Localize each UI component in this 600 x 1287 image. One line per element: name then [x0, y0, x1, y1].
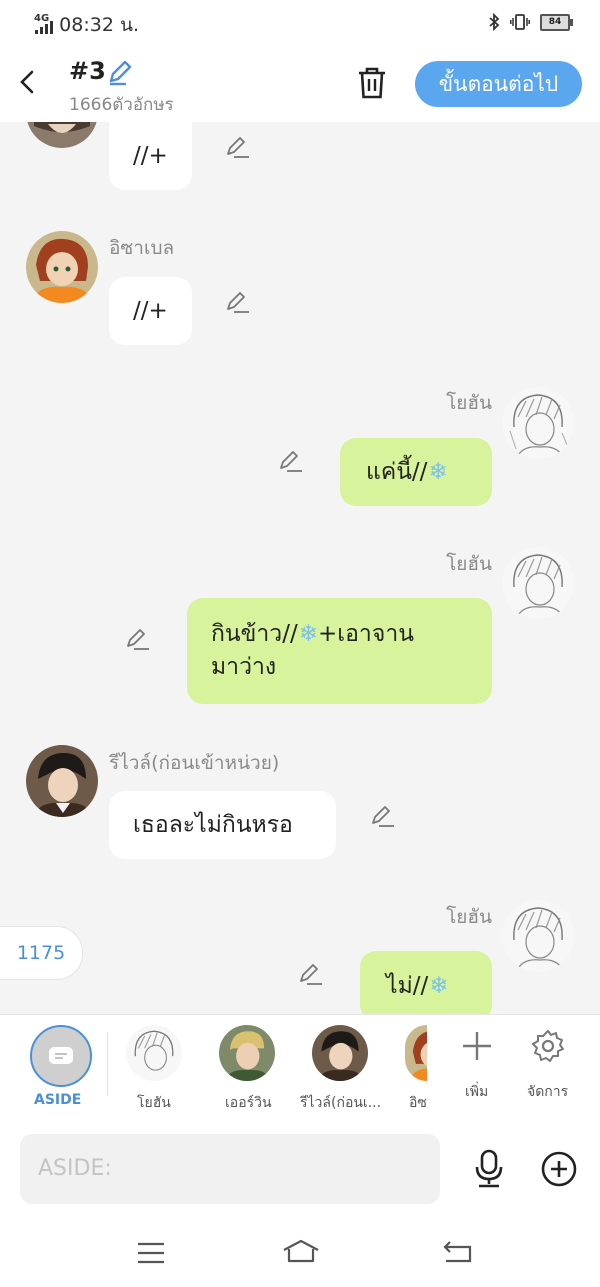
add-circle-icon[interactable] — [540, 1150, 578, 1188]
message-text: กินข้าว// — [211, 621, 298, 647]
edit-message-icon[interactable] — [298, 962, 322, 986]
message-text: แค่นี้// — [366, 459, 428, 485]
message-bubble[interactable]: //+ — [109, 277, 192, 345]
avatar-johan[interactable] — [502, 387, 574, 459]
bluetooth-icon — [489, 13, 500, 31]
signal-icon — [35, 20, 54, 34]
avatar-johan[interactable] — [502, 900, 574, 972]
sender-name: โยฮัน — [446, 906, 492, 928]
avatar-isabel[interactable] — [26, 231, 98, 303]
message-text: ไม่// — [386, 973, 429, 999]
status-right: 84 — [488, 13, 573, 31]
character-avatar-levi[interactable] — [312, 1025, 368, 1081]
system-nav-bar — [0, 1220, 600, 1287]
aside-button[interactable] — [30, 1025, 92, 1087]
add-label[interactable]: เพิ่ม — [465, 1081, 488, 1103]
header: #3 1666ตัวอักษร ขั้นตอนต่อไป — [0, 46, 600, 122]
character-avatar-erwin[interactable] — [219, 1025, 275, 1081]
character-name: รีไวล์(ก่อนเ... — [300, 1095, 382, 1111]
microphone-icon[interactable] — [473, 1149, 505, 1189]
edit-message-icon[interactable] — [125, 627, 149, 651]
manage-label[interactable]: จัดการ — [527, 1081, 568, 1103]
chat-area[interactable]: //+ อิซาเบล //+ โยฮัน แค่นี้//❄ โยฮัน กิ… — [0, 122, 600, 1014]
chat-bubble-icon — [49, 1047, 73, 1064]
snowflake-icon: ❄ — [429, 973, 449, 999]
snowflake-icon: ❄ — [428, 459, 448, 485]
message-count-badge[interactable]: 1175 — [0, 926, 83, 980]
sender-name: อิซาเบล — [109, 237, 175, 259]
divider — [107, 1033, 108, 1095]
back-nav-icon[interactable] — [442, 1239, 474, 1265]
back-arrow-icon[interactable] — [16, 68, 40, 96]
avatar-johan[interactable] — [502, 547, 574, 619]
message-bubble[interactable]: แค่นี้//❄ — [340, 438, 492, 506]
edit-message-icon[interactable] — [225, 290, 249, 314]
menu-icon[interactable] — [136, 1241, 166, 1265]
status-time: 08:32 น. — [59, 14, 139, 36]
page-title: #3 — [69, 57, 106, 85]
edit-message-icon[interactable] — [225, 135, 249, 159]
character-name: โยฮัน — [137, 1095, 171, 1111]
message-bubble[interactable]: เธอละไม่กินหรอ — [109, 791, 336, 859]
home-icon[interactable] — [281, 1238, 321, 1264]
message-text: +เอาจาน — [317, 621, 414, 647]
next-step-button[interactable]: ขั้นตอนต่อไป — [415, 61, 582, 107]
status-left: 4G 08:32 น. — [34, 10, 139, 40]
character-avatar-johan[interactable] — [126, 1025, 182, 1081]
message-bubble[interactable]: ไม่//❄ — [360, 951, 492, 1014]
avatar-partial[interactable] — [26, 122, 98, 148]
sender-name: รีไวล์(ก่อนเข้าหน่วย) — [109, 752, 280, 774]
settings-gear-icon[interactable] — [530, 1028, 566, 1064]
message-input[interactable]: ASIDE: — [20, 1134, 440, 1204]
sender-name: โยฮัน — [446, 553, 492, 575]
aside-label: ASIDE — [34, 1092, 82, 1108]
message-bubble[interactable]: //+ — [109, 122, 192, 190]
vibrate-icon — [510, 14, 530, 30]
battery-icon: 84 — [540, 13, 573, 31]
message-text: //+ — [133, 298, 168, 324]
sender-name: โยฮัน — [446, 392, 492, 414]
char-count: 1666ตัวอักษร — [69, 95, 174, 115]
snowflake-icon: ❄ — [298, 621, 318, 647]
message-line-1: กินข้าว//❄+เอาจาน — [211, 618, 468, 651]
character-name: อิซ — [409, 1095, 427, 1111]
message-text: เธอละไม่กินหรอ — [133, 812, 293, 838]
character-name: เออร์วิน — [225, 1095, 272, 1111]
edit-message-icon[interactable] — [370, 804, 394, 828]
avatar-levi[interactable] — [26, 745, 98, 817]
input-area: ASIDE: — [0, 1122, 600, 1220]
add-character-icon[interactable] — [460, 1029, 494, 1063]
character-bar: ASIDE โยฮัน เออร์วิน รีไวล์(ก่อนเ... อิซ… — [0, 1014, 600, 1123]
message-bubble[interactable]: กินข้าว//❄+เอาจาน มาว่าง — [187, 598, 492, 704]
edit-title-icon[interactable] — [106, 58, 134, 86]
trash-icon[interactable] — [356, 66, 388, 100]
status-bar: 4G 08:32 น. 84 — [0, 0, 600, 46]
edit-message-icon[interactable] — [278, 449, 302, 473]
message-text: //+ — [133, 143, 168, 169]
character-avatar-isabel[interactable] — [405, 1025, 427, 1081]
message-text: มาว่าง — [211, 654, 277, 680]
